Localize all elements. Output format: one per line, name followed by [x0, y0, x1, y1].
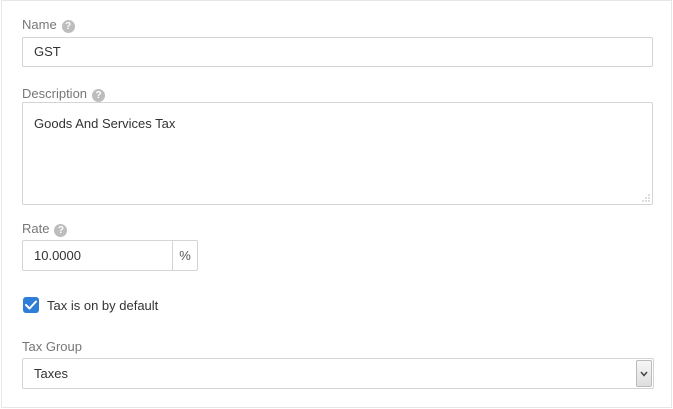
- tax-form-panel: Name? GST Description? Goods And Service…: [1, 0, 672, 408]
- rate-input[interactable]: 10.0000: [22, 240, 173, 271]
- name-label-text: Name: [22, 17, 57, 32]
- chevron-down-icon: [640, 371, 648, 377]
- rate-suffix: %: [179, 248, 191, 263]
- question-circle-icon[interactable]: ?: [61, 20, 75, 33]
- name-label: Name?: [22, 17, 75, 33]
- tax-group-label: Tax Group: [22, 339, 82, 355]
- name-input[interactable]: GST: [22, 37, 653, 67]
- description-textarea[interactable]: Goods And Services Tax: [22, 102, 653, 205]
- default-tax-checkbox[interactable]: [23, 297, 39, 313]
- rate-label-text: Rate: [22, 221, 50, 236]
- description-textarea-value: Goods And Services Tax: [34, 116, 176, 131]
- rate-label: Rate?: [22, 221, 68, 237]
- resize-grip-icon[interactable]: [642, 194, 650, 202]
- rate-input-value: 10.0000: [34, 248, 81, 263]
- name-input-value: GST: [34, 44, 61, 59]
- tax-group-label-text: Tax Group: [22, 339, 82, 354]
- tax-group-select[interactable]: Taxes: [22, 358, 654, 389]
- description-label: Description?: [22, 86, 106, 102]
- checkmark-icon: [25, 300, 37, 310]
- default-tax-checkbox-row[interactable]: Tax is on by default: [23, 296, 158, 314]
- question-circle-icon[interactable]: ?: [92, 89, 106, 102]
- question-circle-icon[interactable]: ?: [54, 224, 68, 237]
- description-label-text: Description: [22, 86, 88, 101]
- rate-percent-addon: %: [172, 240, 198, 271]
- default-tax-checkbox-label[interactable]: Tax is on by default: [47, 298, 158, 313]
- dropdown-arrow-button[interactable]: [636, 360, 652, 387]
- tax-group-selected-value: Taxes: [34, 366, 68, 381]
